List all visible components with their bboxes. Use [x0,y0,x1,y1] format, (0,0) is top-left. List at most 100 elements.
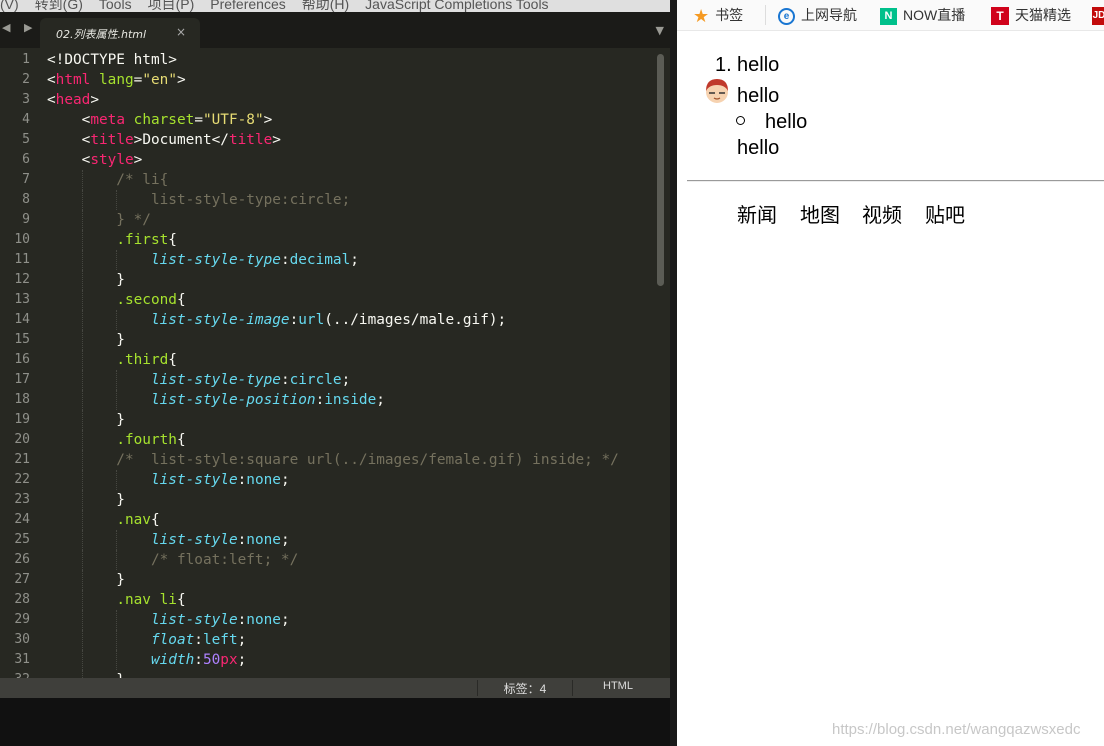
code-token: "en" [142,72,177,88]
code-text: <title>Document</title> [47,130,281,150]
code-token: < [47,132,91,148]
code-token: : [280,372,290,388]
jd-icon: JD [1092,7,1104,26]
code-token: { [168,232,177,248]
browser-e-icon: e [778,7,795,25]
code-line: 17 list-style-type:circle; [0,370,656,390]
tab-close-icon[interactable]: × [176,25,186,39]
editor-tab[interactable]: 02.列表属性.html × [40,18,200,48]
code-text: width:50px; [47,650,246,670]
code-token: charset [133,112,195,128]
code-text: } [47,270,125,290]
code-text: <head> [47,90,99,110]
code-token: title [90,132,134,148]
code-token: : [194,652,203,668]
code-token: < [47,152,91,168]
code-token: .first [116,232,169,248]
code-token: ; [350,252,359,268]
menu-item[interactable]: 项目(P) [148,0,195,12]
line-number: 15 [14,332,30,347]
page-content: 1. hello hello hello hello 新闻 地图 视频 贴吧 [677,31,1104,746]
nav-item-map[interactable]: 地图 [800,203,840,229]
menu-item[interactable]: JavaScript Completions Tools [365,0,548,12]
code-token: .nav li [116,592,177,608]
code-token: left [202,632,238,648]
line-number: 28 [14,592,30,607]
menu-item[interactable]: 转到(G) [35,0,83,12]
code-line: 11 list-style-type:decimal; [0,250,656,270]
code-line: 27 } [0,570,656,590]
code-text: <html lang="en"> [47,70,186,90]
tab-nav-arrows-icon[interactable]: ◀ ▶ [2,21,37,34]
line-number: 6 [22,152,30,167]
bookmark-tmall[interactable]: T 天猫精选 [991,5,1071,26]
code-text: .nav li{ [47,590,185,610]
menu-item[interactable]: (V) [0,0,19,12]
nav-item-tieba[interactable]: 贴吧 [925,203,965,229]
code-token: < [47,92,56,108]
code-text: } [47,490,125,510]
tmall-icon: T [991,7,1009,26]
code-token: lang [99,72,134,88]
status-bar: 标签：4 HTML [0,678,670,698]
line-number: 29 [14,612,30,627]
vertical-scrollbar[interactable] [657,50,665,678]
code-token: } [47,572,125,588]
code-token: url [298,312,325,328]
code-token: .fourth [116,432,177,448]
menu-item[interactable]: Tools [99,0,132,12]
menu-item[interactable]: Preferences [210,0,285,12]
nav-item-video[interactable]: 视频 [862,203,902,229]
code-token: list-style-image [150,312,290,328]
line-number: 26 [14,552,30,567]
code-line: 32 } [0,670,656,678]
code-token: list-style-type [150,372,281,388]
code-line: 29 list-style:none; [0,610,656,630]
scroll-thumb[interactable] [657,54,664,286]
bookmark-label: 上网导航 [801,7,857,23]
status-tab-size[interactable]: 标签：4 [478,680,572,697]
code-line: 26 /* float:left; */ [0,550,656,570]
code-token: .third [116,352,169,368]
bookmark-folder[interactable]: ★ 书签 [693,5,743,26]
code-text: } */ [47,210,151,230]
code-line: 21 /* list-style:square url(../images/fe… [0,450,656,470]
line-number: 12 [14,272,30,287]
line-number: 14 [14,312,30,327]
code-line: 2 <html lang="en"> [0,70,656,90]
line-number: 24 [14,512,30,527]
male-avatar-icon [706,79,728,103]
line-number: 9 [22,212,30,227]
status-syntax[interactable]: HTML [572,680,664,692]
code-token: > [133,152,143,168]
code-line: 1 <!DOCTYPE html> [0,50,656,70]
bookmark-nav[interactable]: e 上网导航 [778,5,857,25]
tab-bar: ◀ ▶ 02.列表属性.html × ▼ [0,12,670,48]
code-token: <!DOCTYPE html> [47,52,177,68]
tab-dropdown-icon[interactable]: ▼ [656,24,664,37]
code-text: /* li{ [47,170,168,190]
code-token: ; [237,632,247,648]
line-number: 8 [22,192,30,207]
bookmark-now[interactable]: N NOW直播 [880,5,965,25]
line-number: 4 [22,112,30,127]
menu-item[interactable]: 帮助(H) [302,0,349,12]
code-token: { [150,512,160,528]
code-token: /* li{ [47,172,169,188]
code-token: = [194,112,203,128]
list-item-first: hello [737,54,780,76]
code-line: 3 <head> [0,90,656,110]
menu-bar: (V) 转到(G) Tools 项目(P) Preferences 帮助(H) JavaSc… [0,0,670,12]
code-text: list-style-position:inside; [47,390,385,410]
code-area[interactable]: 1 <!DOCTYPE html> 2 <html lang="en"> 3 <head>… [0,50,656,678]
bookmark-jd[interactable]: JD [1092,5,1104,26]
code-text: } [47,570,125,590]
code-line: 18 list-style-position:inside; [0,390,656,410]
code-token: float [150,632,195,648]
nav-item-news[interactable]: 新闻 [737,203,777,229]
